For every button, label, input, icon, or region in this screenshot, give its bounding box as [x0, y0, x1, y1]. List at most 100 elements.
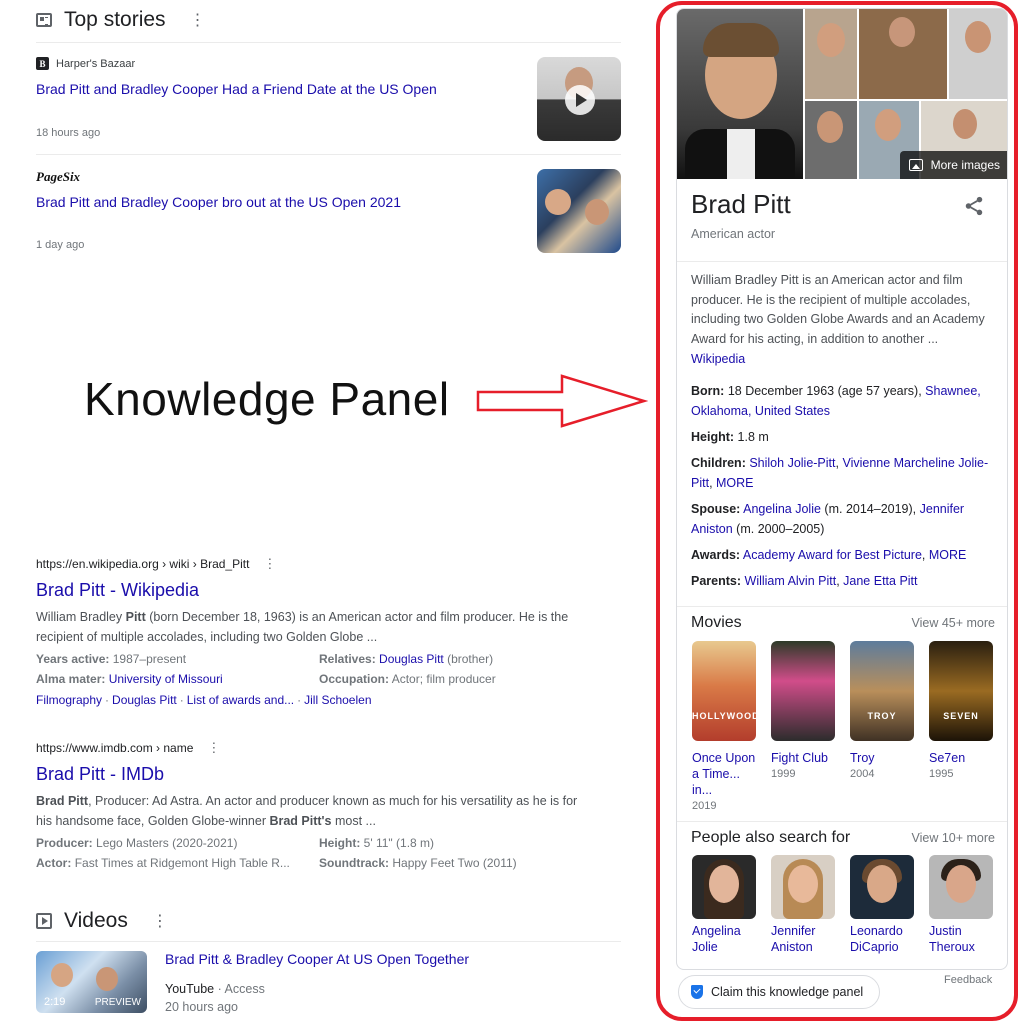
separator: ,: [921, 548, 929, 562]
person-name[interactable]: Angelina Jolie: [692, 923, 758, 955]
person-name[interactable]: Jennifer Aniston: [771, 923, 837, 955]
movie-card[interactable]: SEVEN Se7en 1995: [929, 641, 995, 782]
movie-title[interactable]: Fight Club: [771, 750, 837, 766]
fact-value: (m. 2014–2019),: [820, 502, 920, 516]
movie-poster[interactable]: HOLLYWOOD: [692, 641, 756, 741]
more-options-icon[interactable]: ⋮: [152, 911, 168, 931]
story-thumbnail[interactable]: [537, 57, 621, 141]
fact-key: Years active:: [36, 652, 110, 666]
fact-link[interactable]: Shiloh Jolie-Pitt: [749, 456, 835, 470]
news-story[interactable]: PageSix Brad Pitt and Bradley Cooper bro…: [36, 169, 621, 259]
fact-link[interactable]: MORE: [716, 476, 754, 490]
person-photo[interactable]: [771, 855, 835, 919]
movie-poster[interactable]: TROY: [850, 641, 914, 741]
play-icon[interactable]: [565, 85, 595, 115]
movies-title: Movies: [691, 614, 742, 631]
result-url[interactable]: https://www.imdb.com › name ⋮: [36, 740, 596, 756]
movie-year: 1999: [771, 768, 796, 780]
gallery-image[interactable]: [805, 9, 857, 99]
fact-value: Actor; film producer: [391, 672, 496, 686]
story-thumbnail[interactable]: [537, 169, 621, 253]
fact-link[interactable]: MORE: [929, 548, 967, 562]
view-more-movies-link[interactable]: View 45+ more: [912, 616, 996, 630]
face-image: [953, 109, 977, 139]
movie-title[interactable]: Once Upon a Time... in...: [692, 750, 758, 798]
view-more-people-link[interactable]: View 10+ more: [912, 831, 996, 845]
video-icon: [36, 913, 52, 929]
movie-card[interactable]: TROY Troy 2004: [850, 641, 916, 782]
result-title[interactable]: Brad Pitt - IMDb: [36, 764, 596, 785]
video-title[interactable]: Brad Pitt & Bradley Cooper At US Open To…: [165, 951, 469, 967]
person-photo[interactable]: [929, 855, 993, 919]
result-url[interactable]: https://en.wikipedia.org › wiki › Brad_P…: [36, 556, 596, 572]
result-facts: Producer: Lego Masters (2020-2021) Heigh…: [36, 834, 596, 872]
person-name[interactable]: Leonardo DiCaprio: [850, 923, 916, 955]
news-story[interactable]: B Harper's Bazaar Brad Pitt and Bradley …: [36, 57, 621, 147]
wikipedia-link[interactable]: Wikipedia: [691, 352, 745, 366]
video-result[interactable]: 2:19 PREVIEW Brad Pitt & Bradley Cooper …: [36, 951, 621, 1015]
people-title: People also search for: [691, 829, 851, 846]
person-photo[interactable]: [850, 855, 914, 919]
story-headline[interactable]: Brad Pitt and Bradley Cooper bro out at …: [36, 192, 506, 212]
fact-link[interactable]: Academy Award for Best Picture: [743, 548, 922, 562]
person-card[interactable]: Leonardo DiCaprio: [850, 855, 916, 955]
fact-link[interactable]: Angelina Jolie: [743, 502, 821, 516]
sitelink[interactable]: Jill Schoelen: [304, 693, 371, 707]
video-preview-label: PREVIEW: [94, 997, 141, 1008]
more-options-icon[interactable]: ⋮: [263, 556, 276, 572]
movie-card[interactable]: HOLLYWOOD Once Upon a Time... in... 2019: [692, 641, 758, 814]
snippet-text: most ...: [331, 814, 376, 828]
gallery-image[interactable]: [805, 101, 857, 179]
fact-key: Alma mater:: [36, 672, 106, 686]
person-name[interactable]: Justin Theroux: [929, 923, 995, 955]
hair-shape: [703, 23, 779, 57]
sitelink[interactable]: Filmography: [36, 693, 102, 707]
movie-poster[interactable]: [771, 641, 835, 741]
fact-link[interactable]: William Alvin Pitt: [745, 574, 837, 588]
fact-key: Awards:: [691, 548, 741, 562]
result-url-text[interactable]: https://en.wikipedia.org › wiki › Brad_P…: [36, 557, 249, 571]
snippet-text: William Bradley: [36, 610, 126, 624]
face-image: [889, 17, 915, 47]
more-options-icon[interactable]: ⋮: [190, 10, 206, 30]
video-thumbnail[interactable]: 2:19 PREVIEW: [36, 951, 147, 1013]
fact-key: Actor:: [36, 856, 72, 870]
entity-name: Brad Pitt: [691, 189, 791, 219]
gallery-image[interactable]: [949, 9, 1007, 99]
fact-relatives: Relatives: Douglas Pitt (brother): [319, 650, 596, 668]
fact-value: 1.8 m: [737, 430, 769, 444]
person-photo[interactable]: [692, 855, 756, 919]
fact-link[interactable]: Jane Etta Pitt: [843, 574, 917, 588]
person-card[interactable]: Justin Theroux: [929, 855, 995, 955]
movie-title[interactable]: Troy: [850, 750, 916, 766]
movie-title[interactable]: Se7en: [929, 750, 995, 766]
result-title[interactable]: Brad Pitt - Wikipedia: [36, 580, 596, 601]
claim-panel-button[interactable]: Claim this knowledge panel: [678, 975, 881, 1009]
sitelink[interactable]: Douglas Pitt: [112, 693, 177, 707]
share-icon[interactable]: [963, 195, 985, 217]
story-source-name: Harper's Bazaar: [56, 57, 136, 70]
result-url-text[interactable]: https://www.imdb.com › name: [36, 741, 193, 755]
fact-link[interactable]: Douglas Pitt: [379, 652, 444, 666]
fact-key: Occupation:: [319, 672, 390, 686]
gallery-image[interactable]: [677, 9, 803, 179]
movie-card[interactable]: Fight Club 1999: [771, 641, 837, 782]
fact-link[interactable]: University of Missouri: [109, 672, 223, 686]
more-images-button[interactable]: More images: [899, 151, 1007, 179]
more-options-icon[interactable]: ⋮: [207, 740, 220, 756]
news-icon: [36, 13, 52, 27]
video-source: YouTube: [165, 982, 215, 996]
result-snippet: Brad Pitt, Producer: Ad Astra. An actor …: [36, 791, 596, 831]
movie-poster[interactable]: SEVEN: [929, 641, 993, 741]
divider: [677, 821, 1007, 822]
image-gallery[interactable]: More images: [677, 9, 1007, 179]
knowledge-panel-annotation: Knowledge Panel: [84, 373, 450, 425]
feedback-link[interactable]: Feedback: [944, 974, 992, 986]
face-image: [965, 21, 991, 53]
fact-soundtrack: Soundtrack: Happy Feet Two (2011): [319, 854, 596, 872]
gallery-image[interactable]: [859, 9, 947, 99]
person-card[interactable]: Angelina Jolie: [692, 855, 758, 955]
story-headline[interactable]: Brad Pitt and Bradley Cooper Had a Frien…: [36, 79, 506, 99]
sitelink[interactable]: List of awards and...: [187, 693, 294, 707]
person-card[interactable]: Jennifer Aniston: [771, 855, 837, 955]
